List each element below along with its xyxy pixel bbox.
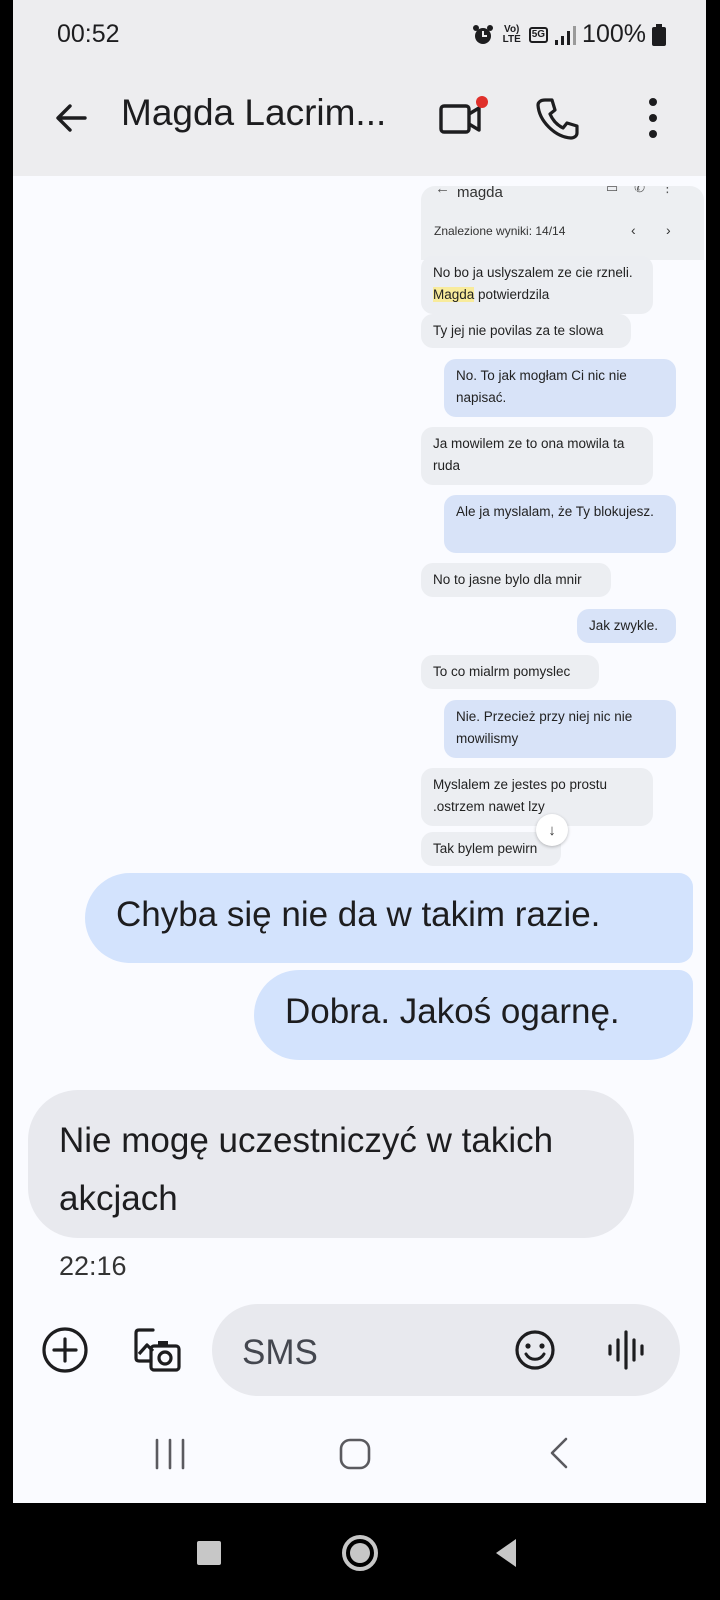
attachment-search-results: Znalezione wyniki: 14/14 <box>434 224 566 238</box>
outgoing-message[interactable]: Chyba się nie da w takim razie. <box>85 873 693 963</box>
circle-icon[interactable] <box>340 1533 380 1573</box>
recents-icon <box>155 1438 185 1470</box>
square-icon[interactable] <box>197 1541 221 1565</box>
gallery-icon <box>134 1328 181 1372</box>
add-circle-icon <box>42 1327 88 1373</box>
attachment-message: Ty jej nie povilas za te slowa <box>421 314 631 348</box>
attachment-message: No bo ja uslyszalem ze cie rzneli. Magda… <box>421 256 653 314</box>
app-bar: Magda Lacrim... <box>13 60 706 176</box>
battery-percent: 100% <box>582 20 646 48</box>
message-timestamp: 22:16 <box>59 1251 127 1281</box>
home-icon <box>339 1438 371 1470</box>
status-bar: 00:52 Vo) LTE 5G 100% <box>13 0 706 60</box>
volte-icon: Vo) LTE <box>502 23 521 45</box>
battery-icon <box>652 23 666 46</box>
attachment-back-icon: ← <box>435 186 450 197</box>
back-arrow-icon <box>56 104 87 132</box>
search-highlight: Magda <box>433 287 475 302</box>
video-call-icon <box>439 96 488 134</box>
contact-title[interactable]: Magda Lacrim... <box>121 92 386 134</box>
phone-call-button[interactable] <box>527 88 587 148</box>
message-input[interactable]: SMS <box>212 1304 680 1396</box>
home-button[interactable] <box>339 1438 371 1470</box>
phone-icon <box>536 98 579 140</box>
attachment-message: No. To jak mogłam Ci nic nie napisać. <box>444 359 676 417</box>
alarm-icon <box>472 24 493 44</box>
attachment-message: Myslalem ze jestes po prostu .ostrzem na… <box>421 768 653 826</box>
attachment-header-icons: ▭✆⋮ <box>605 186 690 195</box>
incoming-message[interactable]: Nie mogę uczestniczyć w takich akcjach <box>28 1090 634 1238</box>
signal-icon <box>555 25 577 45</box>
attachment-message: Jak zwykle. <box>577 609 676 643</box>
attachment-message: Ale ja myslalam, że Ty blokujesz. <box>444 495 676 553</box>
nav-back-button[interactable] <box>547 1436 571 1470</box>
more-vert-icon <box>649 98 657 138</box>
compose-bar: SMS <box>13 1300 706 1400</box>
message-input-placeholder: SMS <box>242 1333 318 1372</box>
emoji-button[interactable] <box>513 1328 557 1372</box>
status-time: 00:52 <box>57 20 120 48</box>
image-attachment[interactable]: ← magda ▭✆⋮ Znalezione wyniki: 14/14 ‹ ›… <box>421 186 704 866</box>
attach-button[interactable] <box>41 1326 89 1374</box>
android-nav-bar <box>13 1400 706 1503</box>
recent-apps-button[interactable] <box>153 1438 187 1470</box>
voice-message-button[interactable] <box>606 1328 646 1372</box>
emoji-icon <box>515 1330 555 1370</box>
back-button[interactable] <box>43 90 99 146</box>
attachment-message: Nie. Przecież przy niej nic nie mowilism… <box>444 700 676 758</box>
attachment-header: ← magda ▭✆⋮ Znalezione wyniki: 14/14 ‹ › <box>421 186 704 260</box>
attachment-message: To co mialrm pomyslec <box>421 655 599 689</box>
triangle-back-icon[interactable] <box>494 1537 518 1569</box>
phone-screen: 00:52 Vo) LTE 5G 100% Magda Lacrim... ← … <box>13 0 706 1503</box>
attachment-next-icon: › <box>666 222 671 238</box>
video-call-button[interactable] <box>435 88 495 148</box>
status-icons: Vo) LTE 5G 100% <box>471 20 666 49</box>
more-options-button[interactable] <box>631 88 675 148</box>
attachment-prev-icon: ‹ <box>631 222 636 238</box>
system-nav-bar <box>0 1503 720 1600</box>
chevron-left-icon <box>550 1437 568 1469</box>
gallery-button[interactable] <box>131 1324 183 1376</box>
attachment-message: No to jasne bylo dla mnir <box>421 563 611 597</box>
attachment-contact-name: magda <box>457 186 503 201</box>
5g-icon: 5G <box>528 26 549 43</box>
attachment-message: Ja mowilem ze to ona mowila ta ruda <box>421 427 653 485</box>
scroll-down-icon: ↓ <box>536 814 568 846</box>
outgoing-message[interactable]: Dobra. Jakoś ogarnę. <box>254 970 693 1060</box>
voice-icon <box>608 1330 644 1370</box>
